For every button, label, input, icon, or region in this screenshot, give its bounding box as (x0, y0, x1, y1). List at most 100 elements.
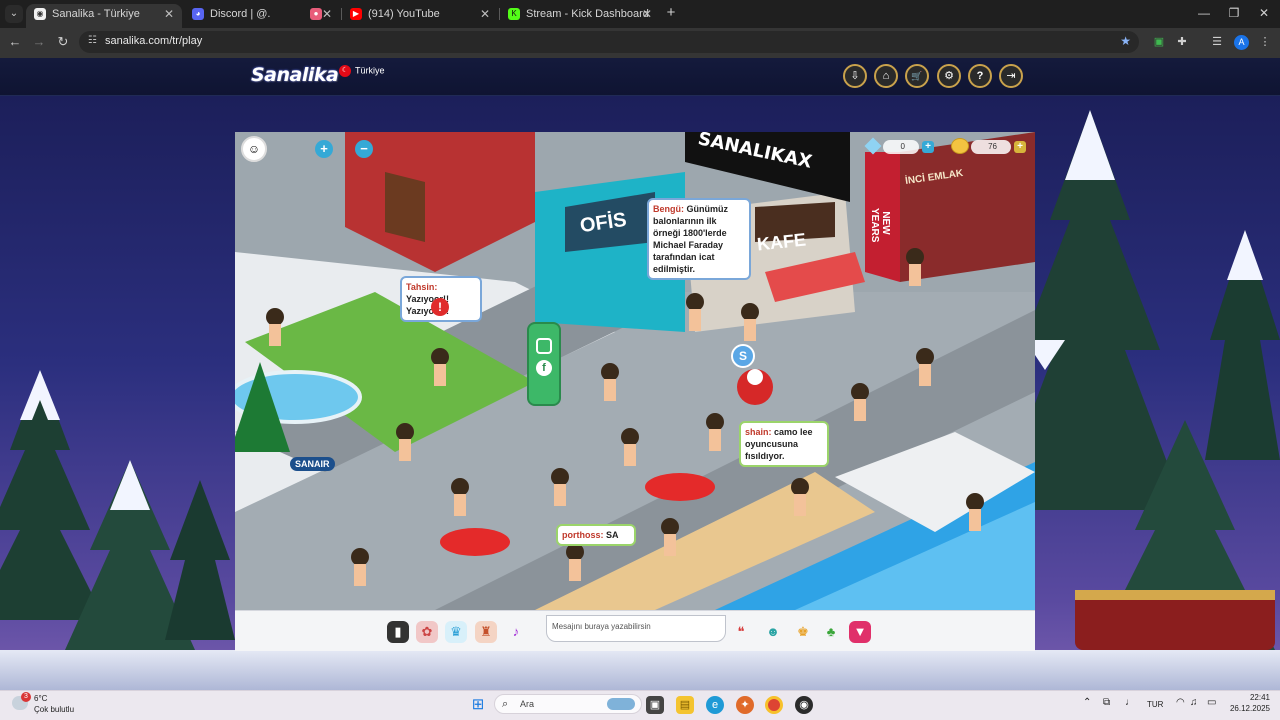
tab-kick[interactable]: K Stream - Kick Dashboard ✕ (500, 4, 660, 28)
audio-indicator-icon: ● (310, 8, 322, 20)
site-header (0, 58, 1280, 96)
settings-button[interactable]: ⚙ (937, 64, 961, 88)
weather-desc: Çok bulutlu (34, 705, 75, 714)
close-tab-icon[interactable]: ✕ (642, 4, 652, 24)
chrome-icon[interactable] (765, 696, 783, 714)
close-tab-icon[interactable]: ✕ (480, 4, 490, 24)
shop-button[interactable]: 🛒 (905, 64, 929, 88)
sanalika-logo[interactable]: Sanalika (251, 64, 339, 86)
tab-search-menu-icon[interactable]: ⌄ (5, 5, 23, 23)
game-chat-bar: ▮ ✿ ♛ ♜ ♪ Mesajını buraya yazabilirsin ❝… (235, 610, 1035, 651)
left-pine-trees (0, 370, 235, 650)
minimize-icon[interactable]: — (1196, 6, 1212, 20)
youtube-favicon-icon: ▶ (350, 8, 362, 20)
bag-icon[interactable]: ♜ (475, 621, 497, 643)
home-icon: ⌂ (882, 70, 890, 82)
social-kiosk[interactable]: f (527, 322, 561, 406)
media-control-icon[interactable]: ☰ (1210, 35, 1224, 49)
tab-title: Stream - Kick Dashboard (526, 8, 649, 20)
trophy-icon[interactable]: ♚ (792, 621, 814, 643)
chat-bubble-porthoss: porthoss: SA (556, 524, 636, 546)
weather-badge: 3 (21, 692, 31, 702)
tab-sanalika[interactable]: ◉ Sanalika - Türkiye ✕ (26, 4, 182, 28)
emote-icon[interactable]: ✿ (416, 621, 438, 643)
sanair-sign[interactable]: SANAIR (290, 457, 335, 471)
close-tab-icon[interactable]: ✕ (322, 4, 332, 24)
chat-message-input[interactable]: Mesajını buraya yazabilirsin (546, 615, 726, 642)
turkey-flag-icon: ☾ (339, 65, 351, 77)
discord-favicon-icon: ◕ (192, 8, 204, 20)
diamond-counter: 0 (883, 140, 919, 154)
browser-tabstrip: ⌄ ◉ Sanalika - Türkiye ✕ ◕ Discord | @. … (0, 0, 1280, 28)
app-icon[interactable]: ◉ (795, 696, 813, 714)
country-selector[interactable]: ☾ Türkiye (339, 65, 385, 77)
island-icon[interactable]: ♣ (820, 621, 842, 643)
taskbar-search[interactable]: ⌕ Ara (494, 694, 642, 714)
close-tab-icon[interactable]: ✕ (164, 4, 174, 24)
address-bar[interactable]: ☷ sanalika.com/tr/play ★ (79, 31, 1139, 53)
network-app-icon[interactable]: ⧉ (1103, 697, 1110, 708)
forward-icon[interactable]: → (31, 34, 47, 50)
country-label: Türkiye (355, 65, 385, 76)
tab-discord[interactable]: ◕ Discord | @. ● ✕ (184, 4, 340, 28)
phone-icon[interactable]: ▮ (387, 621, 409, 643)
battery-icon[interactable]: ▭ (1207, 697, 1216, 708)
alert-icon: ! (431, 298, 449, 316)
search-highlight-icon (607, 698, 635, 710)
right-pine-trees (1035, 110, 1280, 650)
tab-youtube[interactable]: ▶ (914) YouTube ✕ (342, 4, 498, 28)
chat-bubble-bengu: Bengü: Günümüz balonlarının ilk örneği 1… (647, 198, 751, 280)
coin-icon (951, 138, 969, 154)
browser-menu-icon[interactable]: ⋮ (1258, 35, 1272, 49)
chat-icon[interactable]: ❝ (730, 621, 752, 643)
close-window-icon[interactable]: ✕ (1256, 6, 1272, 20)
edge-icon[interactable]: e (706, 696, 724, 714)
url-text: sanalika.com/tr/play (105, 35, 203, 47)
dance-icon[interactable]: ♪ (505, 621, 527, 643)
home-button[interactable]: ⌂ (874, 64, 898, 88)
new-tab-button[interactable]: + (664, 4, 678, 22)
game-canvas[interactable]: SANALIKAX OFİS KAFE İNCİ EMLAK NEW YEARS… (235, 132, 1035, 610)
tab-title: Discord | @. (210, 8, 271, 20)
windows-start-icon[interactable]: ⊞ (469, 696, 487, 714)
help-button[interactable]: ? (968, 64, 992, 88)
bubble-username: shain: (745, 427, 772, 437)
buy-diamonds-icon[interactable]: + (922, 141, 934, 153)
bookmark-star-icon[interactable]: ★ (1120, 34, 1131, 48)
clock-time[interactable]: 22:41 (1240, 693, 1270, 702)
reload-icon[interactable]: ↻ (55, 34, 71, 50)
bubble-text: SA (606, 530, 619, 540)
profile-avatar-icon[interactable]: ☺ (241, 136, 267, 162)
download-button[interactable]: ⇩ (843, 64, 867, 88)
show-hidden-icons[interactable]: ⌃ (1083, 697, 1091, 708)
zoom-in-icon[interactable]: + (315, 140, 333, 158)
microphone-icon[interactable]: ♩ (1125, 697, 1135, 708)
bubble-username: porthoss: (562, 530, 604, 540)
task-view-icon[interactable]: ▣ (646, 696, 664, 714)
profile-avatar[interactable]: A (1234, 35, 1249, 50)
copilot-icon[interactable]: ✦ (736, 696, 754, 714)
file-explorer-icon[interactable]: ▤ (676, 696, 694, 714)
buy-coins-icon[interactable]: + (1014, 141, 1026, 153)
logout-icon: ⇥ (1006, 70, 1016, 82)
restore-icon[interactable]: ❐ (1226, 6, 1242, 20)
weather-widget[interactable]: 3 6°C Çok bulutlu (12, 692, 92, 718)
site-info-icon[interactable]: ☷ (88, 35, 100, 47)
bubble-username: Tahsin: (406, 282, 438, 292)
pet-icon[interactable]: ☻ (762, 621, 784, 643)
wifi-icon[interactable]: ◠ (1176, 697, 1185, 708)
zoom-out-icon[interactable]: − (355, 140, 373, 158)
extension-icon[interactable]: ▣ (1152, 35, 1166, 49)
gem-shop-icon[interactable]: ▼ (849, 621, 871, 643)
sanalika-favicon-icon: ◉ (34, 8, 46, 20)
volume-icon[interactable]: ♫ (1190, 697, 1198, 708)
clock-date[interactable]: 26.12.2025 (1226, 704, 1270, 713)
extensions-puzzle-icon[interactable]: ✚ (1175, 35, 1189, 49)
search-icon: ⌕ (502, 698, 509, 710)
language-indicator[interactable]: TUR (1147, 700, 1163, 709)
cart-icon: 🛒 (911, 71, 923, 81)
outfit-icon[interactable]: ♛ (445, 621, 467, 643)
back-icon[interactable]: ← (7, 34, 23, 50)
logout-button[interactable]: ⇥ (999, 64, 1023, 88)
tab-title: (914) YouTube (368, 8, 440, 20)
